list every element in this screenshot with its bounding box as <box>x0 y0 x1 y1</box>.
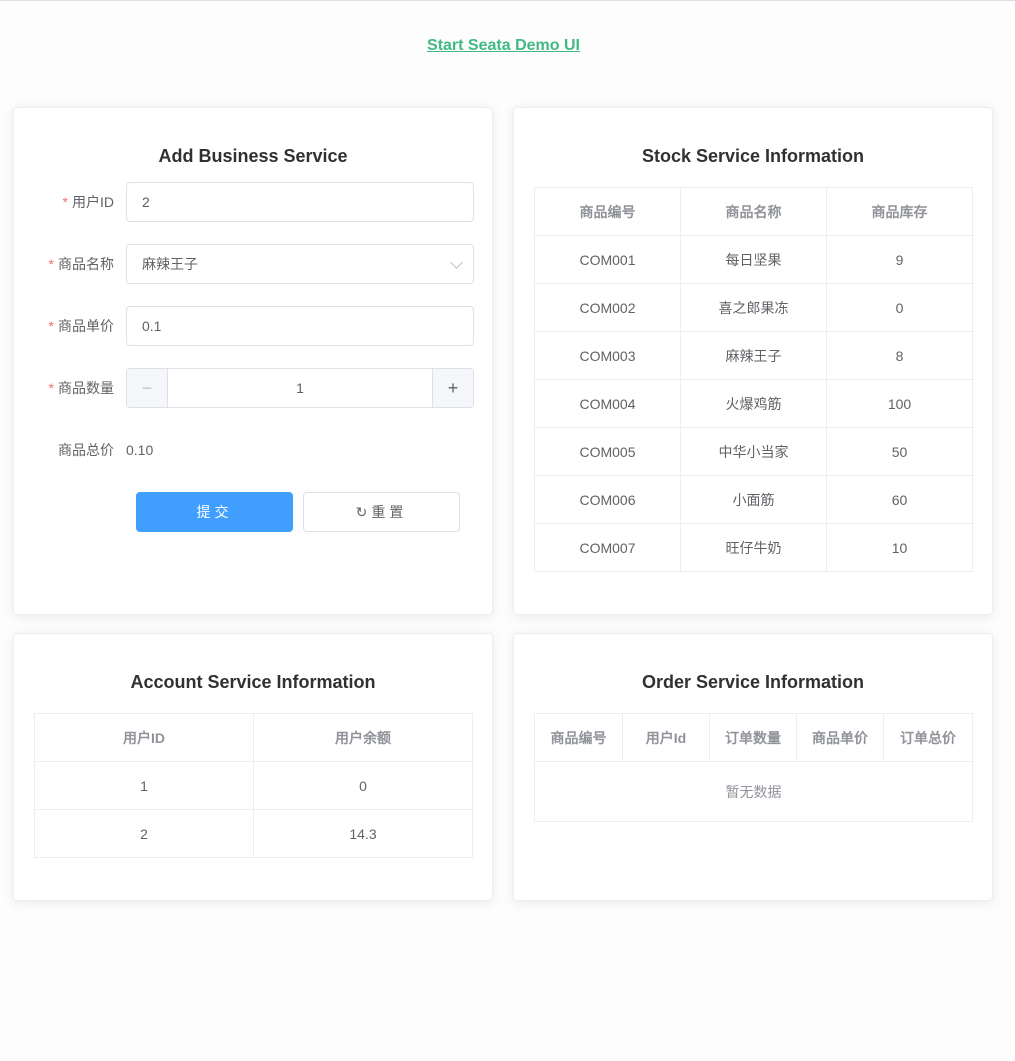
cell: 100 <box>826 379 973 428</box>
unit-price-label-text: 商品单价 <box>58 318 114 334</box>
account-table: 用户ID 用户余额 10 2 14.3 <box>34 713 473 858</box>
quantity-stepper: − 1 + <box>126 368 474 408</box>
cell: 2 <box>34 809 254 858</box>
user-id-label-text: 用户ID <box>72 194 114 210</box>
business-title: Add Business Service <box>158 146 348 166</box>
cell: 50 <box>826 427 973 476</box>
table-row: 10 <box>34 761 473 810</box>
start-demo-link[interactable]: Start Seata Demo UI <box>0 37 1007 55</box>
reset-label: 重置 <box>371 504 408 520</box>
table-header-row: 商品编号 用户Id 订单数量 商品单价 订单总价 <box>534 713 973 762</box>
cell: 0 <box>826 283 973 332</box>
order-card: Order Service Information 商品编号 用户Id 订单数量… <box>513 633 993 901</box>
total-value: 0.10 <box>126 442 154 458</box>
product-name-row: * 商品名称 麻辣王子 <box>16 244 494 284</box>
stock-title: Stock Service Information <box>641 146 865 166</box>
table-row: COM001 每日坚果 9 <box>534 235 973 284</box>
table-row: COM007 旺仔牛奶 10 <box>534 523 973 572</box>
decrement-button[interactable]: − <box>127 369 168 407</box>
cell: COM004 <box>534 379 681 428</box>
cell: COM001 <box>534 235 681 284</box>
account-title: Account Service Information <box>130 672 376 692</box>
column-header: 用户余额 <box>253 713 473 762</box>
required-mark: * <box>48 256 54 272</box>
cell: 10 <box>826 523 973 572</box>
unit-price-input[interactable]: 0.1 <box>126 306 474 346</box>
total-row: 商品总价 0.10 <box>16 430 494 470</box>
required-mark: * <box>48 380 54 396</box>
empty-row: 暂无数据 <box>534 761 973 822</box>
reset-button[interactable]: ↻ 重置 <box>303 492 460 532</box>
cell: 麻辣王子 <box>680 331 827 380</box>
table-header-row: 商品编号 商品名称 商品库存 <box>534 187 973 236</box>
cell: 每日坚果 <box>680 235 827 284</box>
chevron-down-icon <box>450 256 463 269</box>
order-table: 商品编号 用户Id 订单数量 商品单价 订单总价 暂无数据 <box>534 713 973 822</box>
order-title: Order Service Information <box>641 672 865 692</box>
required-mark: * <box>62 194 68 210</box>
cell: 8 <box>826 331 973 380</box>
user-id-input[interactable]: 2 <box>126 182 474 222</box>
account-card: Account Service Information 用户ID 用户余额 10… <box>13 633 493 901</box>
column-header: 订单总价 <box>883 713 973 762</box>
table-row: COM005 中华小当家 50 <box>534 427 973 476</box>
cell: COM007 <box>534 523 681 572</box>
cell: 60 <box>826 475 973 524</box>
cell: 1 <box>34 761 254 810</box>
stock-table: 商品编号 商品名称 商品库存 COM001 每日坚果 9 COM002 喜之郎果冻 0 … <box>534 187 973 572</box>
business-card: Add Business Service * 用户ID 2 * 商品名称 麻辣王子 … <box>13 107 493 615</box>
cell: 9 <box>826 235 973 284</box>
increment-button[interactable]: + <box>432 369 473 407</box>
submit-button[interactable]: 提交 <box>136 492 293 532</box>
column-header: 商品名称 <box>680 187 827 236</box>
column-header: 商品编号 <box>534 187 681 236</box>
product-name-select[interactable]: 麻辣王子 <box>126 244 474 284</box>
unit-price-label: * 商品单价 <box>16 306 114 346</box>
table-header-row: 用户ID 用户余额 <box>34 713 473 762</box>
column-header: 商品编号 <box>534 713 623 762</box>
quantity-row: * 商品数量 − 1 + <box>16 368 494 408</box>
cell: 14.3 <box>253 809 473 858</box>
user-id-label: * 用户ID <box>16 182 114 222</box>
table-row: COM003 麻辣王子 8 <box>534 331 973 380</box>
cell: COM006 <box>534 475 681 524</box>
required-mark: * <box>48 318 54 334</box>
product-name-label-text: 商品名称 <box>58 256 114 272</box>
table-row: COM006 小面筋 60 <box>534 475 973 524</box>
product-name-label: * 商品名称 <box>16 244 114 284</box>
stock-card: Stock Service Information 商品编号 商品名称 商品库存… <box>513 107 993 615</box>
quantity-label-text: 商品数量 <box>58 380 114 396</box>
column-header: 商品库存 <box>826 187 973 236</box>
column-header: 用户ID <box>34 713 254 762</box>
quantity-input[interactable]: 1 <box>168 369 432 407</box>
top-divider <box>0 0 1015 1</box>
table-row: 2 14.3 <box>34 809 473 858</box>
empty-text: 暂无数据 <box>534 761 973 822</box>
table-row: COM004 火爆鸡筋 100 <box>534 379 973 428</box>
refresh-icon: ↻ <box>355 504 368 520</box>
table-row: COM002 喜之郎果冻 0 <box>534 283 973 332</box>
column-header: 商品单价 <box>796 713 884 762</box>
total-label: 商品总价 <box>58 442 114 458</box>
product-name-value: 麻辣王子 <box>142 256 198 272</box>
column-header: 用户Id <box>622 713 710 762</box>
cell: 喜之郎果冻 <box>680 283 827 332</box>
cell: 小面筋 <box>680 475 827 524</box>
unit-price-row: * 商品单价 0.1 <box>16 306 494 346</box>
cell: COM005 <box>534 427 681 476</box>
cell: COM003 <box>534 331 681 380</box>
user-id-row: * 用户ID 2 <box>16 182 494 222</box>
cell: 火爆鸡筋 <box>680 379 827 428</box>
cell: 中华小当家 <box>680 427 827 476</box>
cell: COM002 <box>534 283 681 332</box>
column-header: 订单数量 <box>709 713 797 762</box>
cell: 0 <box>253 761 473 810</box>
quantity-label: * 商品数量 <box>16 368 114 408</box>
cell: 旺仔牛奶 <box>680 523 827 572</box>
